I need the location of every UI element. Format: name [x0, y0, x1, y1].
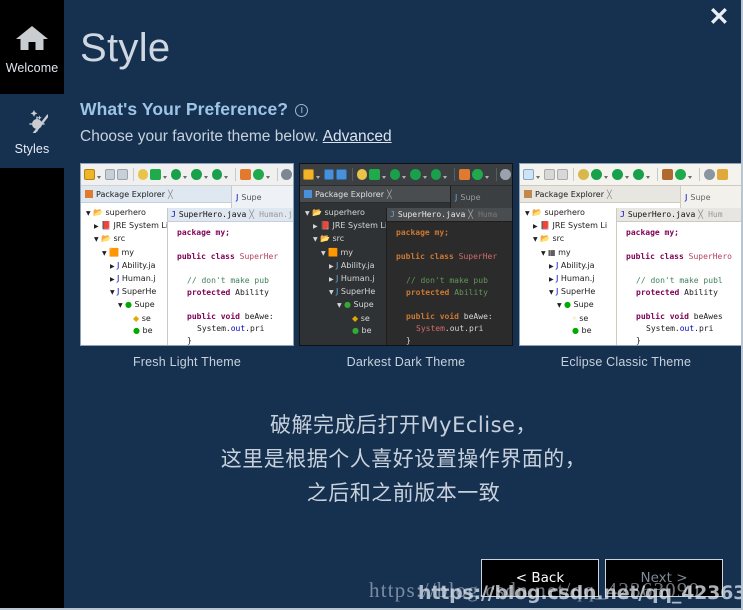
note-line-2: 这里是根据个人喜好设置操作界面的，: [220, 447, 587, 471]
theme-option-eclipse-classic[interactable]: Package Explorer ╳ ▼ 📂 superhero ▶ 📕 JRE S…: [519, 163, 741, 369]
wizard-window: Welcome Styles ✕ Style What's Your Prefe…: [0, 0, 743, 610]
preview-code: package my; public class SuperHero // do…: [626, 228, 732, 345]
preview-editor-tab: J SuperHero.java ╳ Huma: [387, 208, 512, 222]
preview-code: package my; public class SuperHer // don…: [396, 228, 498, 345]
preview-code: package my; public class SuperHer // don…: [177, 228, 279, 345]
sidebar-item-styles[interactable]: Styles: [0, 94, 64, 168]
home-icon: [15, 24, 49, 57]
preview-editor: J SuperHero.java ╳ Hum package my; publi…: [616, 208, 741, 345]
preview-side-tab: J Supe: [450, 186, 512, 208]
theme-label-eclipse-classic: Eclipse Classic Theme: [560, 355, 692, 369]
preview-editor-tab: J SuperHero.java ╳ Human.j: [168, 208, 293, 222]
advanced-link[interactable]: Advanced: [323, 128, 392, 145]
preference-subline: Choose your favorite theme below. Advance…: [80, 128, 392, 146]
theme-preview-eclipse-classic[interactable]: Package Explorer ╳ ▼ 📂 superhero ▶ 📕 JRE S…: [519, 163, 741, 346]
preview-explorer-title: Package Explorer: [535, 189, 605, 199]
theme-label-darkest-dark: Darkest Dark Theme: [346, 355, 466, 369]
preview-side-tab: J Supe: [680, 186, 741, 208]
note-line-3: 之后和之前版本一致: [306, 481, 501, 505]
back-button[interactable]: < Back: [481, 559, 599, 597]
content-area: Style What's Your Preference? Choose you…: [64, 0, 741, 608]
preview-side-tab: J Supe: [231, 186, 293, 208]
theme-label-fresh-light: Fresh Light Theme: [132, 355, 242, 369]
theme-preview-fresh-light[interactable]: Package Explorer ╳ ▼ 📂 superhero ▶ 📕 JRE S…: [80, 163, 294, 346]
preview-toolbar: [300, 164, 512, 186]
preview-editor: J SuperHero.java ╳ Huma package my; publ…: [386, 208, 512, 345]
theme-option-fresh-light[interactable]: Package Explorer ╳ ▼ 📂 superhero ▶ 📕 JRE S…: [80, 163, 294, 369]
preview-toolbar: [520, 164, 741, 186]
theme-option-darkest-dark[interactable]: Package Explorer ╳ ▼ 📂 superhero ▶ 📕 JRE S…: [299, 163, 513, 369]
sidebar-item-welcome[interactable]: Welcome: [0, 0, 64, 94]
page-title: Style: [80, 26, 171, 70]
theme-gallery: Package Explorer ╳ ▼ 📂 superhero ▶ 📕 JRE S…: [80, 163, 741, 373]
preview-explorer-title: Package Explorer: [315, 189, 385, 199]
preview-explorer-title: Package Explorer: [96, 189, 166, 199]
info-circle-icon[interactable]: [295, 104, 309, 117]
sidebar-item-welcome-label: Welcome: [5, 60, 59, 75]
annotation-note: 破解完成后打开MyEclise， 这里是根据个人喜好设置操作界面的， 之后和之前…: [64, 408, 741, 510]
next-button: Next >: [605, 559, 723, 597]
sidebar: Welcome Styles: [0, 0, 64, 608]
preview-toolbar: [81, 164, 293, 186]
theme-moon-sun-icon: [16, 107, 50, 138]
note-line-1: 破解完成后打开MyEclise，: [270, 413, 537, 437]
theme-preview-darkest-dark[interactable]: Package Explorer ╳ ▼ 📂 superhero ▶ 📕 JRE S…: [299, 163, 513, 346]
preference-heading-row: What's Your Preference?: [80, 99, 309, 120]
preview-editor-tab: J SuperHero.java ╳ Hum: [617, 208, 741, 222]
subline-text: Choose your favorite theme below.: [80, 128, 319, 145]
preference-heading: What's Your Preference?: [80, 99, 289, 119]
preview-editor: J SuperHero.java ╳ Human.j package my; p…: [167, 208, 293, 345]
sidebar-item-styles-label: Styles: [14, 141, 50, 156]
